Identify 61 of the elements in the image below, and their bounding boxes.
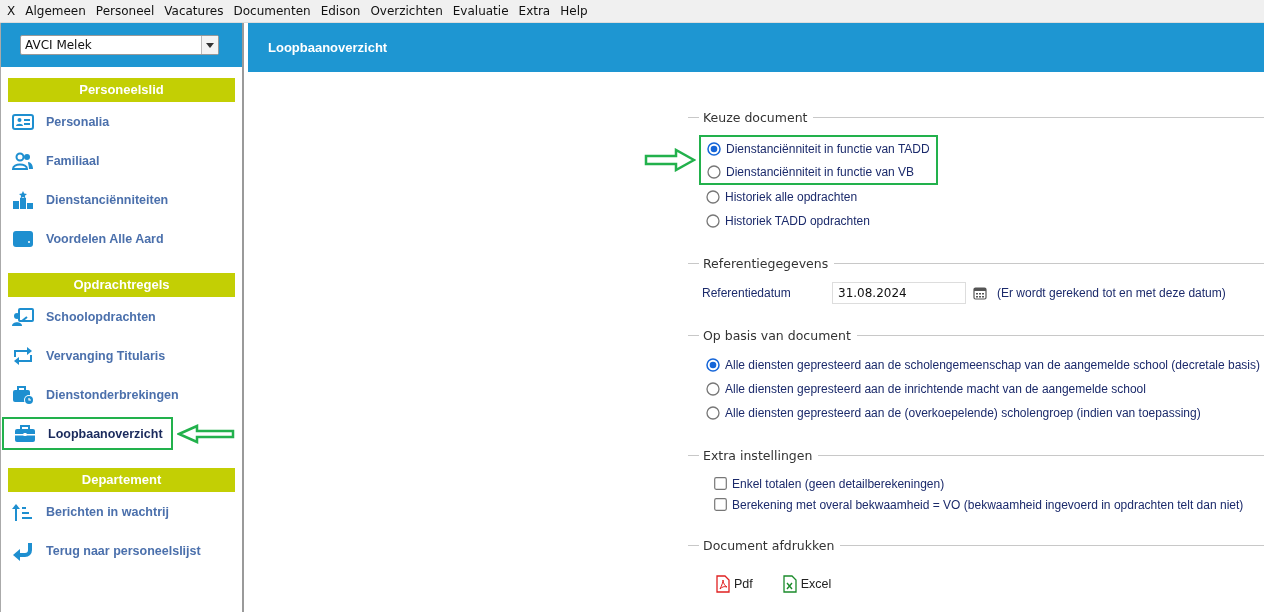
annotation-arrow-icon	[644, 148, 696, 172]
briefcase-clock-icon	[12, 384, 34, 405]
menu-item[interactable]: Extra	[513, 4, 556, 18]
section-header: Departement	[8, 468, 235, 492]
sidebar-item[interactable]: Personalia	[2, 105, 118, 138]
checkbox-icon	[714, 477, 727, 490]
sidebar-item[interactable]: Vervanging Titularis	[2, 339, 174, 372]
section-title: Referentiegegevens	[703, 255, 829, 271]
section-header: Opdrachtregels	[8, 273, 235, 297]
menu-item[interactable]: Help	[555, 4, 593, 18]
sidebar-item[interactable]: Voordelen Alle Aard	[2, 222, 172, 255]
section-title: Extra instellingen	[703, 447, 813, 463]
menu-item[interactable]: Algemeen	[20, 4, 91, 18]
radio-option[interactable]: Alle diensten gepresteerd aan de (overkoepelende) scholengroep (indien van toepassing)	[706, 401, 1264, 425]
menu-item[interactable]: X	[2, 4, 21, 18]
swap-arrows-icon	[12, 345, 34, 366]
radio-option[interactable]: Historiek TADD opdrachten	[706, 209, 1264, 233]
pdf-file-icon	[716, 575, 730, 593]
annotation-arrow-icon	[176, 423, 235, 444]
menu-item[interactable]: Vacatures	[159, 4, 229, 18]
menu-item[interactable]: Overzichten	[365, 4, 448, 18]
excel-file-icon	[782, 575, 797, 593]
briefcase-icon	[14, 423, 36, 444]
section-title: Op basis van document	[703, 327, 851, 343]
return-arrow-icon	[12, 540, 34, 561]
field-label: Referentiedatum	[702, 286, 792, 300]
date-field[interactable]: 31.08.2024	[832, 282, 966, 304]
menu-item[interactable]: Personeel	[90, 4, 160, 18]
wallet-icon	[12, 228, 34, 249]
checkbox-icon	[714, 498, 727, 511]
people-icon	[12, 150, 34, 171]
radio-option[interactable]: Historiek alle opdrachten	[706, 185, 1264, 209]
checkbox-option[interactable]: Berekening met overal bekwaamheid = VO (bekwaamheid ingevoerd in opdrachten telt dan niet)	[706, 494, 1264, 515]
excel-export-button[interactable]: Excel	[782, 575, 832, 593]
radio-option[interactable]: Dienstanciënniteit in functie van TADD	[707, 137, 930, 160]
radio-option[interactable]: Dienstanciënniteit in functie van VB	[707, 160, 930, 183]
classroom-icon	[12, 306, 34, 327]
menu-item[interactable]: Documenten	[228, 4, 316, 18]
menu-item[interactable]: Evaluatie	[447, 4, 514, 18]
sidebar-item[interactable]: Loopbaanoverzicht	[2, 417, 173, 450]
podium-icon	[12, 189, 34, 210]
id-card-icon	[12, 111, 34, 132]
sidebar-item[interactable]: Terug naar personeelslijst	[2, 534, 209, 567]
person-dropdown[interactable]: AVCI Melek	[20, 35, 219, 55]
pdf-export-button[interactable]: Pdf	[716, 575, 753, 593]
sidebar-item[interactable]: Berichten in wachtrij	[2, 495, 177, 528]
sidebar-item[interactable]: Dienstanciënniteiten	[2, 183, 177, 216]
sidebar-item[interactable]: Familiaal	[2, 144, 108, 177]
menu-item[interactable]: Edison	[315, 4, 366, 18]
radio-option[interactable]: Alle diensten gepresteerd aan de scholengemeenschap van de aangemelde school (decretale basis)	[706, 353, 1264, 377]
page-title: Loopbaanoverzicht	[248, 23, 1264, 72]
section-title: Document afdrukken	[703, 537, 835, 553]
caret-icon	[206, 42, 214, 48]
sidebar-item[interactable]: Dienstonderbrekingen	[2, 378, 187, 411]
sidebar-item[interactable]: Schoolopdrachten	[2, 300, 164, 333]
hint-text: (Er wordt gerekend tot en met deze datum)	[997, 286, 1226, 300]
section-header: Personeelslid	[8, 78, 235, 102]
section-title: Keuze document	[703, 109, 808, 125]
radio-option[interactable]: Alle diensten gepresteerd aan de inrichtende macht van de aangemelde school	[706, 377, 1264, 401]
calendar-icon	[973, 286, 987, 300]
checkbox-option[interactable]: Enkel totalen (geen detailberekeningen)	[706, 473, 1264, 494]
